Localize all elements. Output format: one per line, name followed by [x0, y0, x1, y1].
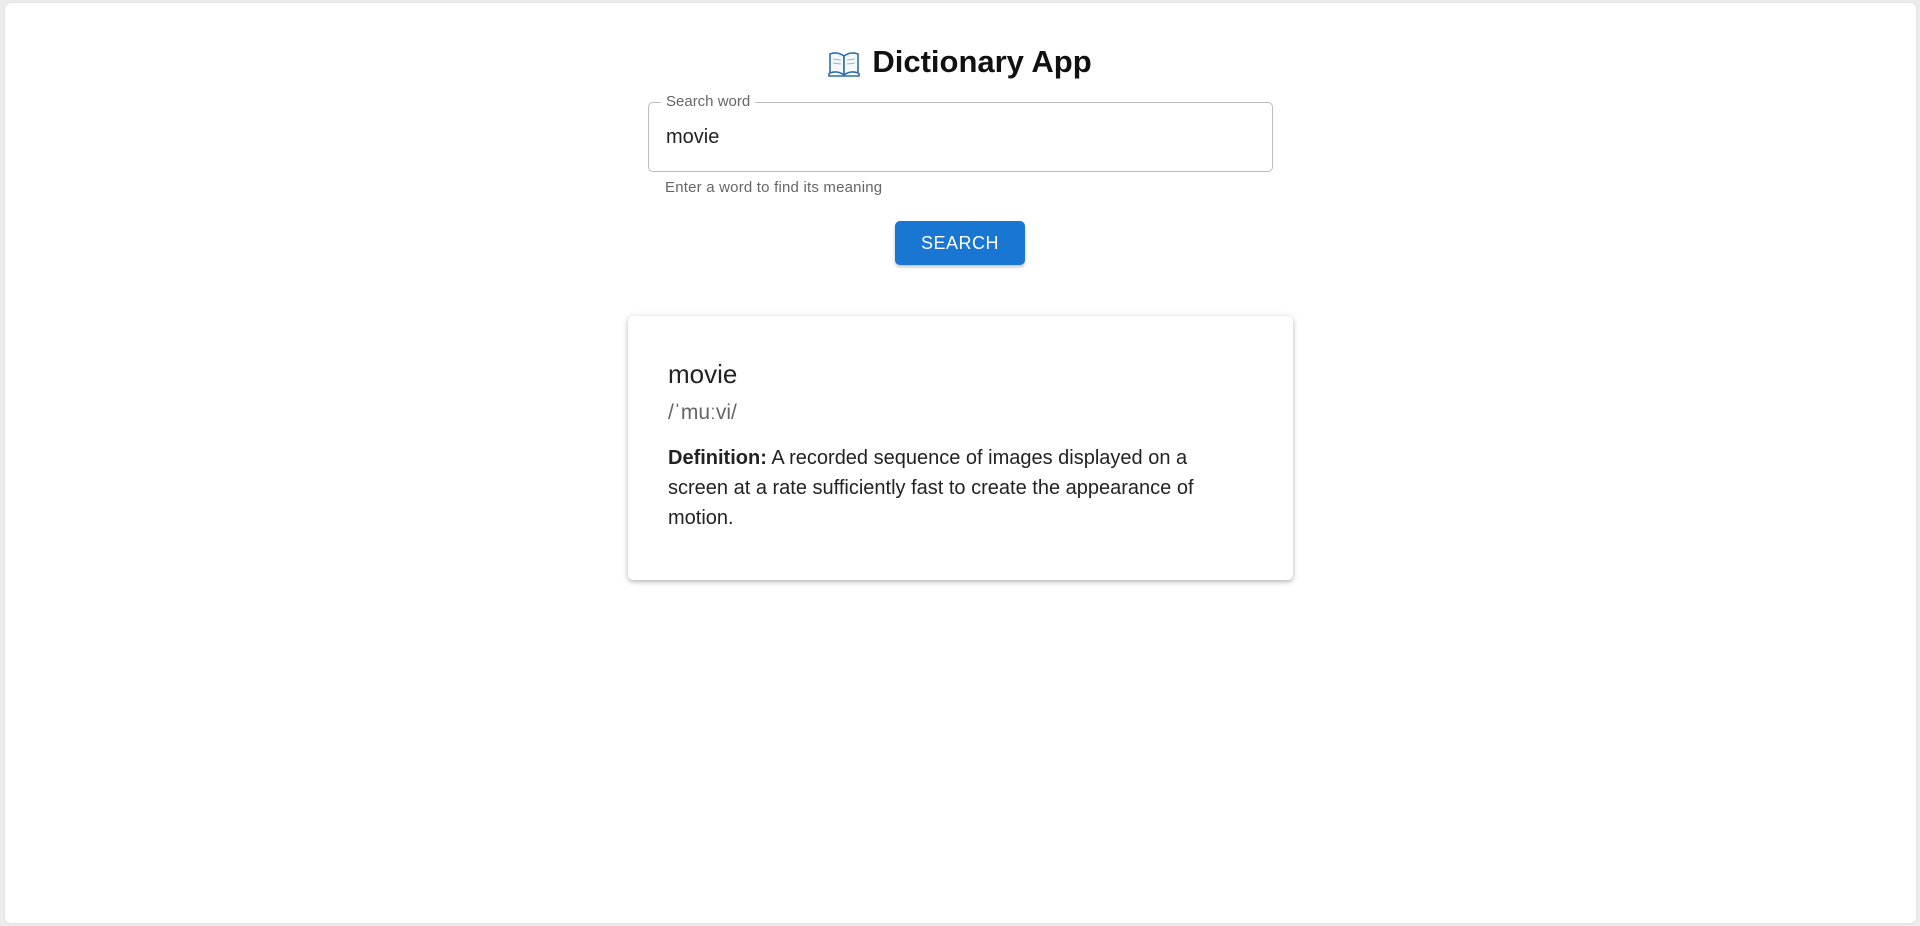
search-input[interactable] — [666, 121, 1256, 153]
result-card: movie /ˈmuːvi/ Definition: A recorded se… — [628, 316, 1293, 580]
result-word: movie — [668, 359, 738, 389]
search-helper-text: Enter a word to find its meaning — [665, 179, 883, 196]
open-book-icon — [828, 49, 861, 77]
search-field-label: Search word — [661, 93, 756, 110]
search-field[interactable]: Search word — [648, 93, 1273, 172]
page-title-text: Dictionary App — [872, 44, 1092, 79]
definition-label: Definition: — [668, 447, 767, 469]
result-definition: Definition: A recorded sequence of image… — [668, 443, 1228, 533]
page-title: Dictionary App — [0, 44, 1920, 80]
result-phonetic: /ˈmuːvi/ — [668, 401, 737, 424]
search-button[interactable]: SEARCH — [895, 221, 1025, 265]
